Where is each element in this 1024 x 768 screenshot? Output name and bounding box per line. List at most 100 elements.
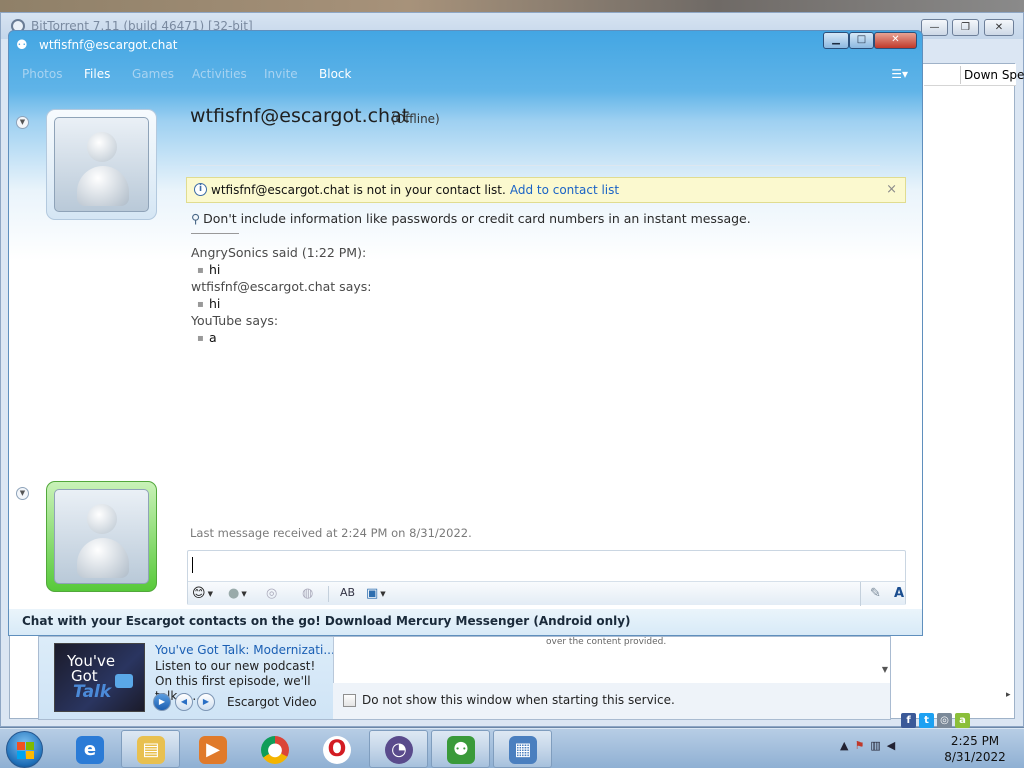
message-body: hi: [209, 262, 221, 277]
android-icon[interactable]: a: [955, 713, 970, 728]
media-player-icon: ▶: [199, 736, 227, 764]
maximize-button[interactable]: □: [849, 32, 874, 49]
message-text: ▪ hi: [191, 296, 891, 313]
taskbar-opera[interactable]: O: [307, 730, 366, 768]
taskbar: e ▤ ▶ ● O ◔ ⚉ ▦ ▲ ⚑ ▥ ◀ 2:25 PM 8/31/202…: [0, 728, 1024, 768]
avatar-head-icon: [87, 132, 117, 162]
add-to-contact-list-link[interactable]: Add to contact list: [510, 183, 619, 197]
nav-games[interactable]: Games: [132, 67, 174, 81]
toolbar-separator: [860, 582, 861, 606]
chrome-icon: ●: [261, 736, 289, 764]
background-icon[interactable]: ▣ ▼: [366, 586, 386, 601]
chat-footer-ad: Chat with your Escargot contacts on the …: [9, 609, 922, 635]
chat-window: ⚉ wtfisfnf@escargot.chat ▁ □ ✕ Photos Fi…: [8, 30, 923, 636]
taskbar-explorer[interactable]: ▤: [121, 730, 180, 768]
nav-block[interactable]: Block: [319, 67, 351, 81]
contact-avatar[interactable]: [46, 109, 157, 220]
avatar-body-icon: [77, 166, 129, 206]
taskbar-internet-explorer[interactable]: e: [60, 730, 119, 768]
network-icon[interactable]: ▥: [870, 739, 880, 752]
bittorrent-close-button[interactable]: ✕: [984, 19, 1014, 36]
info-bar-close-icon[interactable]: ×: [886, 182, 897, 197]
font-style-icon[interactable]: AB: [340, 586, 355, 599]
messenger-buddy-icon: ⚉: [16, 38, 28, 53]
scroll-right-arrow-icon[interactable]: ▸: [1006, 690, 1011, 700]
do-not-show-label[interactable]: Do not show this window when starting th…: [362, 693, 675, 707]
nudge-icon[interactable]: ◍: [302, 586, 313, 601]
user-avatar[interactable]: [46, 481, 157, 592]
emoticon-icon[interactable]: 😊 ▼: [192, 586, 213, 601]
message-sender: YouTube says:: [191, 313, 279, 328]
show-hidden-icons-icon[interactable]: ▲: [840, 739, 848, 752]
video-thumbnail[interactable]: You've Got Talk: [54, 643, 145, 712]
taskbar-bittorrent[interactable]: ◔: [369, 730, 428, 768]
system-clock[interactable]: 2:25 PM 8/31/2022: [940, 733, 1010, 765]
action-center-icon[interactable]: ⚑: [854, 739, 864, 752]
nav-photos[interactable]: Photos: [22, 67, 62, 81]
collapse-user-icon[interactable]: ▼: [16, 487, 29, 500]
promo-content-area: over the content provided. ▼: [333, 637, 890, 683]
contact-status: (Offline): [391, 112, 440, 126]
promo-title-link[interactable]: You've Got Talk: Modernizati...: [155, 643, 335, 657]
chat-nav-bar: Photos Files Games Activities Invite Blo…: [9, 63, 922, 87]
last-message-received: Last message received at 2:24 PM on 8/31…: [190, 526, 472, 540]
opera-icon: O: [323, 736, 351, 764]
promo-video-area: You've Got Talk You've Got Talk: Moderni…: [39, 637, 335, 719]
close-button[interactable]: ✕: [874, 32, 917, 49]
globe-icon[interactable]: ◎: [937, 713, 952, 728]
message-text: ▪ hi: [191, 262, 891, 279]
control-panel-icon: ▦: [509, 736, 537, 764]
column-down-speed[interactable]: Down Spe: [964, 68, 1024, 82]
startup-checkbox-row: Do not show this window when starting th…: [343, 693, 675, 707]
menu-icon[interactable]: ☰▾: [891, 67, 908, 81]
footer-promo-text[interactable]: Chat with your Escargot contacts on the …: [22, 614, 631, 628]
bittorrent-minimize-button[interactable]: —: [921, 19, 948, 36]
windows-flag-icon: [17, 742, 34, 759]
twitter-icon[interactable]: t: [919, 713, 934, 728]
promo-media-controls: ▶ ◀ ▶: [153, 693, 215, 711]
info-bar-text: wtfisfnf@escargot.chat is not in your co…: [211, 183, 619, 197]
message-body: hi: [209, 296, 221, 311]
thumbnail-text: Talk: [73, 682, 112, 702]
contact-name: wtfisfnf@escargot.chat: [190, 105, 410, 127]
info-bar-message: wtfisfnf@escargot.chat is not in your co…: [211, 183, 506, 197]
welcome-panel: You've Got Talk You've Got Talk: Moderni…: [38, 636, 891, 720]
chat-bubble-icon: [115, 674, 133, 688]
wink-icon[interactable]: ● ▼: [228, 586, 247, 601]
security-warning-text: Don't include information like passwords…: [203, 211, 751, 226]
message-sender: AngrySonics said (1:22 PM):: [191, 245, 367, 260]
nav-files[interactable]: Files: [84, 67, 110, 81]
warning-divider: [191, 233, 239, 234]
do-not-show-checkbox[interactable]: [343, 693, 356, 707]
nav-invite[interactable]: Invite: [264, 67, 298, 81]
minimize-button[interactable]: ▁: [823, 32, 849, 49]
facebook-icon[interactable]: f: [901, 713, 916, 728]
toolbar-separator: [328, 586, 329, 602]
volume-icon[interactable]: ◀: [887, 739, 895, 752]
messenger-icon: ⚉: [447, 736, 475, 764]
handwriting-icon[interactable]: ✎: [870, 586, 881, 601]
taskbar-chrome[interactable]: ●: [245, 730, 304, 768]
taskbar-messenger[interactable]: ⚉: [431, 730, 490, 768]
torrent-list-header: Down Spe: [924, 64, 1024, 86]
message-input[interactable]: [188, 551, 905, 581]
start-button[interactable]: [6, 731, 43, 768]
previous-icon[interactable]: ◀: [175, 693, 193, 711]
scroll-down-arrow-icon[interactable]: ▼: [882, 665, 888, 674]
voice-clip-icon[interactable]: ◎: [266, 586, 277, 601]
bittorrent-maximize-button[interactable]: ❐: [952, 19, 979, 36]
message-compose-box: 😊 ▼ ● ▼ ◎ ◍ AB ▣ ▼ ✎ A: [187, 550, 906, 606]
text-mode-icon[interactable]: A: [894, 586, 904, 601]
column-separator: [960, 66, 961, 84]
collapse-contact-icon[interactable]: ▼: [16, 116, 29, 129]
security-shield-icon: ⚲: [191, 211, 201, 226]
message-bullet-icon: ▪: [197, 299, 204, 310]
next-icon[interactable]: ▶: [197, 693, 215, 711]
folder-icon: ▤: [137, 736, 165, 764]
nav-activities[interactable]: Activities: [192, 67, 247, 81]
message-sender: wtfisfnf@escargot.chat says:: [191, 279, 372, 294]
avatar-body-icon: [77, 538, 129, 578]
play-icon[interactable]: ▶: [153, 693, 171, 711]
taskbar-media-player[interactable]: ▶: [183, 730, 242, 768]
taskbar-control-panel[interactable]: ▦: [493, 730, 552, 768]
